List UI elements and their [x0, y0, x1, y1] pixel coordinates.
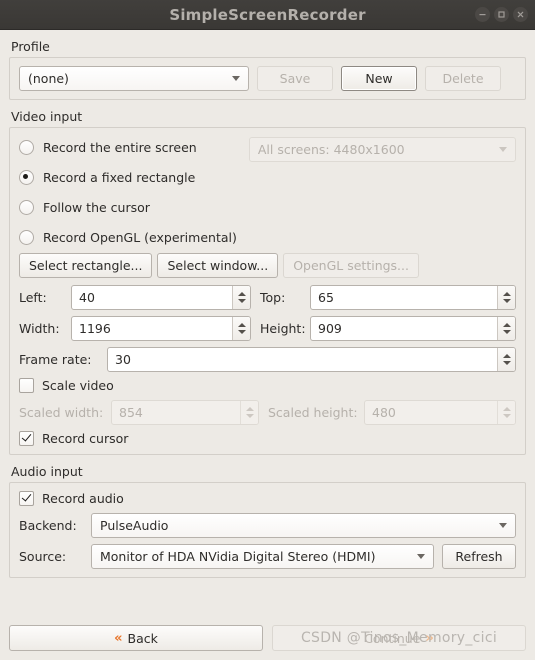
spinner-arrows-icon[interactable] — [497, 286, 515, 309]
spinner-arrows-icon[interactable] — [232, 317, 250, 340]
radio-record-fixed-rectangle[interactable]: Record a fixed rectangle — [19, 166, 237, 188]
delete-profile-button[interactable]: Delete — [425, 66, 501, 91]
left-spinbox[interactable]: 40 — [71, 285, 251, 310]
scaled-width-value: 854 — [119, 405, 143, 420]
height-value: 909 — [318, 321, 342, 336]
scaled-width-label: Scaled width: — [19, 405, 104, 420]
height-spinbox[interactable]: 909 — [310, 316, 516, 341]
source-label: Source: — [19, 549, 67, 564]
record-cursor-checkbox[interactable] — [19, 431, 34, 446]
profile-group: (none) Save New Delete — [9, 57, 526, 100]
video-input-group-label: Video input — [11, 109, 83, 124]
source-combo[interactable]: Monitor of HDA NVidia Digital Stereo (HD… — [91, 544, 434, 569]
scaled-height-value: 480 — [372, 405, 396, 420]
radio-label: Record OpenGL (experimental) — [43, 229, 237, 245]
record-audio-label: Record audio — [42, 491, 124, 506]
save-profile-button[interactable]: Save — [257, 66, 333, 91]
spinner-arrows-icon[interactable] — [232, 286, 250, 309]
chevron-down-icon — [232, 76, 240, 81]
screen-select-value: All screens: 4480x1600 — [257, 142, 405, 157]
backend-combo[interactable]: PulseAudio — [91, 513, 516, 538]
top-spinbox[interactable]: 65 — [310, 285, 516, 310]
spinner-arrows-icon[interactable] — [497, 317, 515, 340]
refresh-sources-button[interactable]: Refresh — [442, 544, 516, 569]
scale-video-label: Scale video — [42, 378, 114, 393]
select-rectangle-button[interactable]: Select rectangle... — [19, 253, 153, 278]
new-profile-button[interactable]: New — [341, 66, 417, 91]
radio-icon — [19, 139, 34, 155]
radio-follow-the-cursor[interactable]: Follow the cursor — [19, 196, 237, 218]
title-bar: SimpleScreenRecorder — [0, 0, 535, 30]
main-content: Profile (none) Save New Delete Video inp… — [0, 30, 535, 617]
spinner-arrows-icon[interactable] — [497, 348, 515, 371]
close-button[interactable] — [513, 7, 528, 22]
backend-value: PulseAudio — [100, 518, 169, 533]
chevron-right-icon: » — [425, 630, 434, 646]
record-cursor-label: Record cursor — [42, 431, 129, 446]
spinner-arrows-icon[interactable] — [240, 401, 258, 424]
radio-label: Record a fixed rectangle — [43, 169, 196, 185]
scaled-width-spinbox[interactable]: 854 — [111, 400, 259, 425]
radio-label: Record the entire screen — [43, 139, 197, 155]
frame-rate-label: Frame rate: — [19, 352, 92, 367]
radio-record-entire-screen[interactable]: Record the entire screen — [19, 136, 237, 158]
frame-rate-value: 30 — [115, 352, 131, 367]
chevron-down-icon — [499, 147, 507, 152]
window-title: SimpleScreenRecorder — [169, 5, 366, 24]
backend-label: Backend: — [19, 518, 77, 533]
left-label: Left: — [19, 290, 47, 305]
back-button[interactable]: « Back — [9, 625, 263, 651]
width-value: 1196 — [79, 321, 111, 336]
width-spinbox[interactable]: 1196 — [71, 316, 251, 341]
back-button-label: Back — [127, 630, 158, 646]
profile-combo[interactable]: (none) — [19, 66, 249, 91]
screen-select-combo[interactable]: All screens: 4480x1600 — [248, 137, 516, 162]
record-audio-checkbox[interactable] — [19, 491, 34, 506]
radio-label: Follow the cursor — [43, 199, 150, 215]
top-value: 65 — [318, 290, 334, 305]
left-value: 40 — [79, 290, 95, 305]
minimize-button[interactable] — [475, 7, 490, 22]
chevron-down-icon — [499, 523, 507, 528]
chevron-down-icon — [417, 554, 425, 559]
width-label: Width: — [19, 321, 60, 336]
audio-input-group-label: Audio input — [11, 464, 83, 479]
profile-combo-value: (none) — [28, 71, 69, 86]
maximize-button[interactable] — [494, 7, 509, 22]
window-controls — [475, 0, 528, 29]
profile-group-label: Profile — [11, 39, 50, 54]
continue-button-label: Continue — [364, 630, 421, 646]
opengl-settings-button[interactable]: OpenGL settings... — [283, 253, 419, 278]
frame-rate-spinbox[interactable]: 30 — [107, 347, 516, 372]
app-window: SimpleScreenRecorder Profile (none) Save — [0, 0, 535, 660]
radio-record-opengl[interactable]: Record OpenGL (experimental) — [19, 226, 237, 248]
select-window-button[interactable]: Select window... — [157, 253, 279, 278]
continue-button[interactable]: Continue » CSDN @Tinos_Memory_cici — [272, 625, 526, 651]
height-label: Height: — [260, 321, 306, 336]
radio-icon — [19, 199, 34, 215]
top-label: Top: — [260, 290, 286, 305]
radio-icon — [19, 229, 34, 245]
wizard-navigation: « Back Continue » CSDN @Tinos_Memory_cic… — [0, 617, 535, 660]
video-input-group: Record the entire screen Record a fixed … — [9, 127, 526, 455]
scaled-height-label: Scaled height: — [268, 405, 358, 420]
spinner-arrows-icon[interactable] — [497, 401, 515, 424]
chevron-left-icon: « — [114, 630, 123, 646]
radio-icon-selected — [19, 169, 34, 185]
scale-video-checkbox[interactable] — [19, 378, 34, 393]
source-value: Monitor of HDA NVidia Digital Stereo (HD… — [100, 549, 376, 564]
audio-input-group: Record audio Backend: PulseAudio Source:… — [9, 482, 526, 578]
scaled-height-spinbox[interactable]: 480 — [364, 400, 516, 425]
